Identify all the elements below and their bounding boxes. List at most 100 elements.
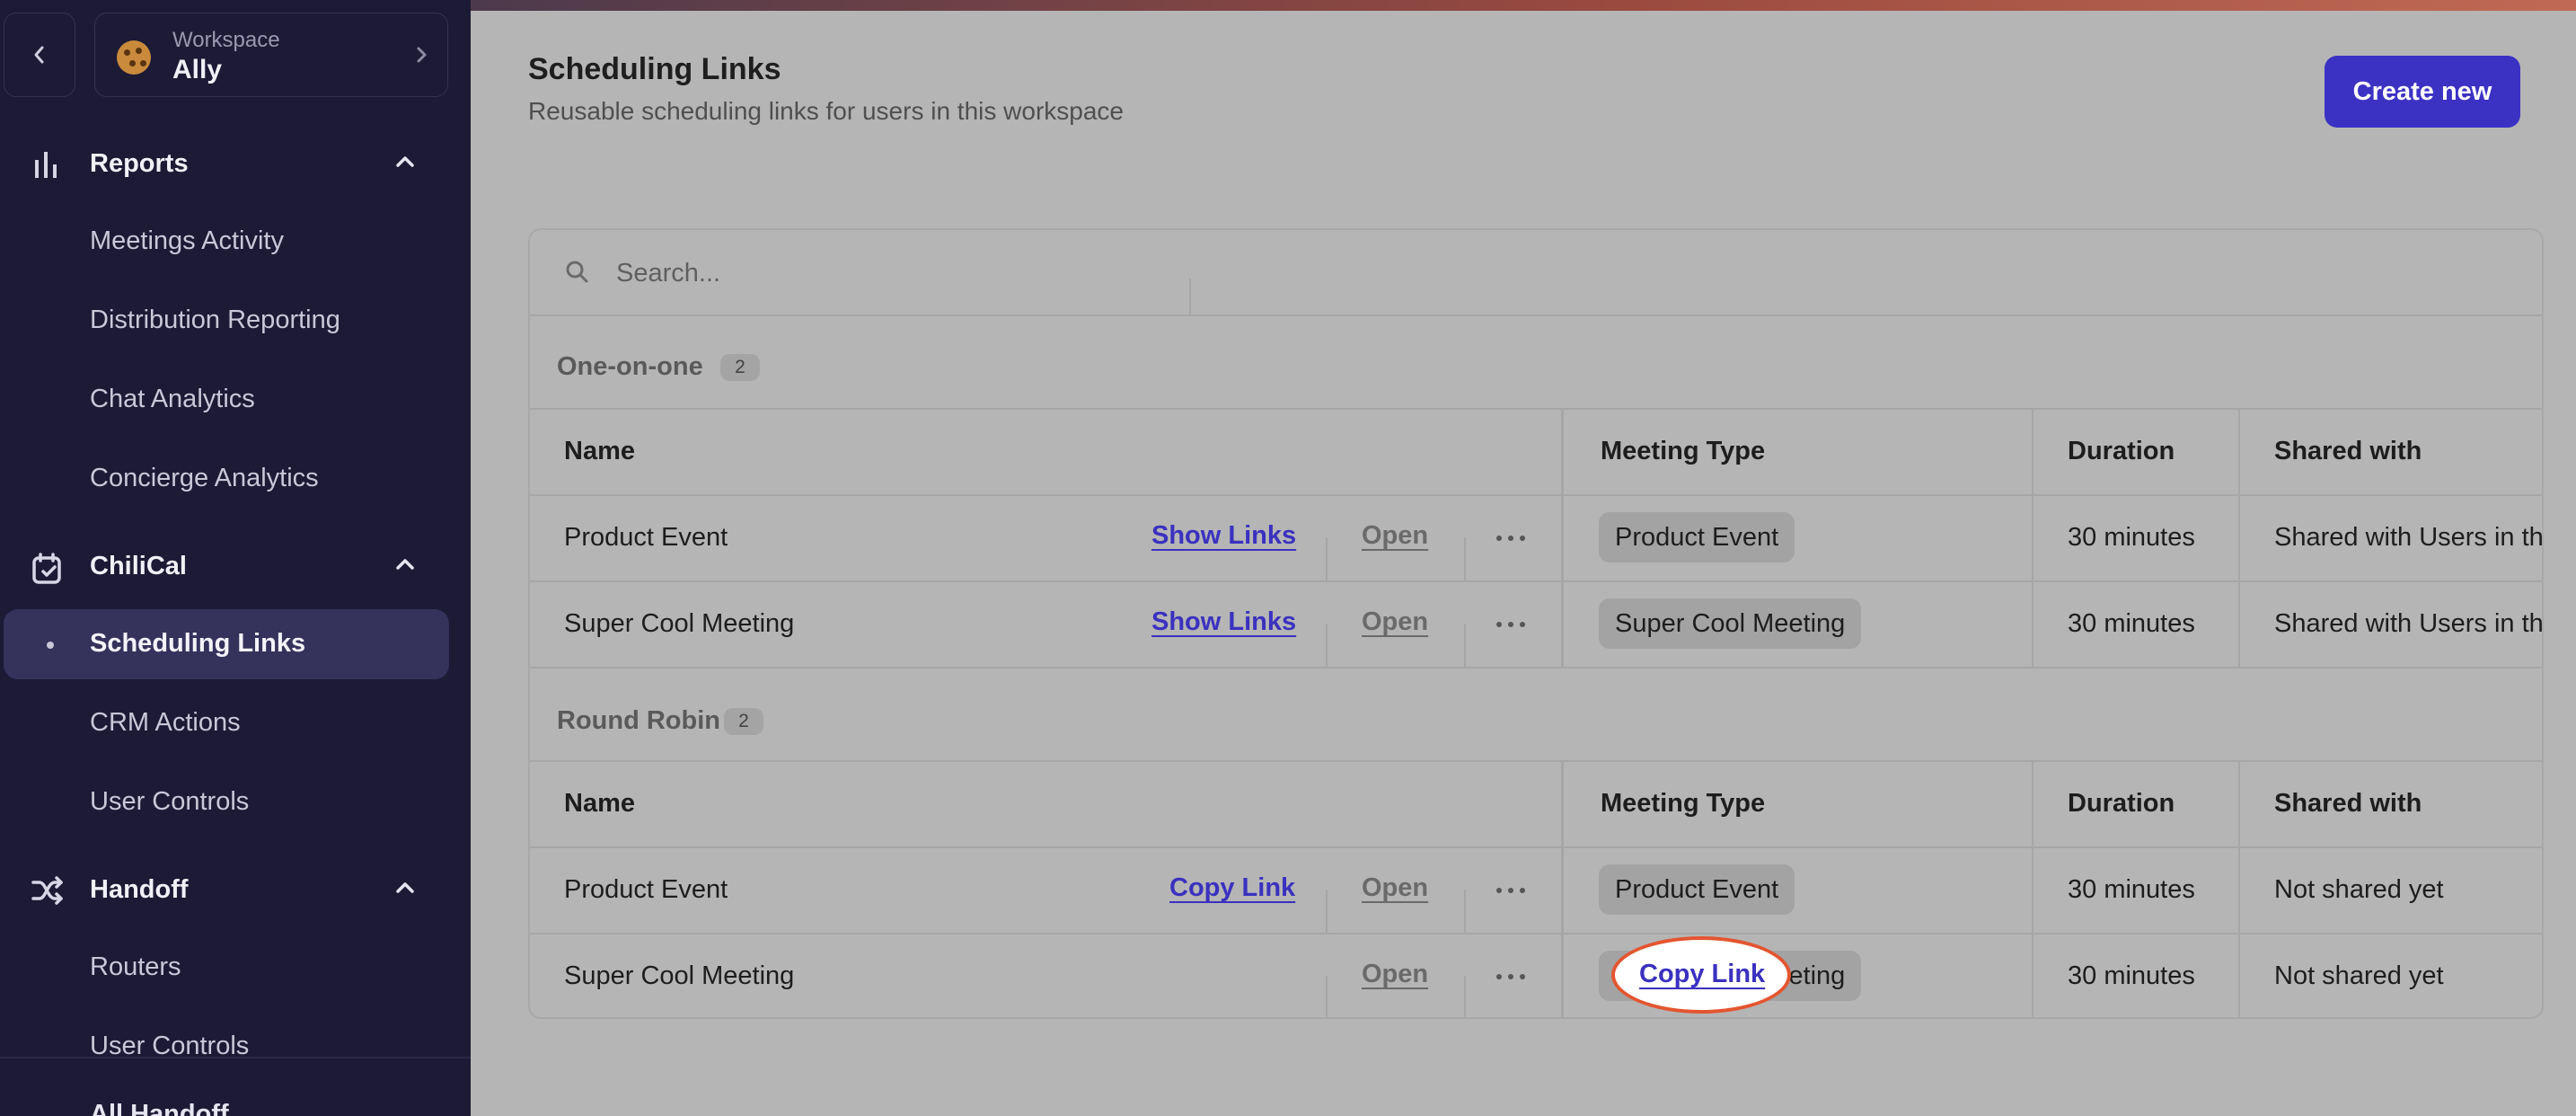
sidebar-item-scheduling-links[interactable]: Scheduling Links <box>4 609 449 679</box>
cell-divider <box>1326 890 1328 934</box>
cell-divider <box>1464 890 1466 934</box>
column-divider <box>2238 760 2240 1017</box>
active-dot <box>47 642 54 649</box>
sidebar-item-label: Scheduling Links <box>90 629 306 658</box>
workspace-kicker: Workspace <box>172 28 280 52</box>
chevron-right-icon <box>417 47 427 63</box>
page-subtitle: Reusable scheduling links for users in t… <box>528 97 1124 125</box>
link-name: Product Event <box>564 875 728 904</box>
search-input[interactable] <box>614 250 1121 297</box>
shared-with-value: Not shared yet <box>2274 961 2444 990</box>
column-header-shared-with: Shared with <box>2274 789 2422 818</box>
copy-link-button[interactable]: Copy Link <box>1639 960 1765 989</box>
cell-divider <box>1326 976 1328 1017</box>
section-label: Reports <box>90 149 189 178</box>
open-link[interactable]: Open <box>1362 960 1428 989</box>
table-row[interactable]: Product Event Copy Link Open Product Eve… <box>530 846 2542 934</box>
sidebar-item-handoff-user-controls[interactable]: User Controls <box>4 1012 449 1082</box>
calendar-icon <box>32 553 61 584</box>
cell-divider <box>1326 537 1328 582</box>
section-chilical[interactable]: ChiliCal <box>0 539 471 593</box>
duration-value: 30 minutes <box>2068 523 2195 552</box>
sidebar-item-crm-actions[interactable]: CRM Actions <box>4 688 449 758</box>
search-bar <box>530 230 2542 316</box>
table-row[interactable]: Super Cool Meeting Show Links Open Super… <box>530 580 2542 669</box>
cell-divider <box>1464 976 1466 1017</box>
sidebar-item-all-handoff[interactable]: All Handoff <box>90 1100 229 1116</box>
sidebar-item-label: Concierge Analytics <box>90 464 319 492</box>
section-handoff[interactable]: Handoff <box>0 863 471 917</box>
sidebar-item-label: Distribution Reporting <box>90 306 340 334</box>
sidebar-item-routers[interactable]: Routers <box>4 933 449 1003</box>
open-link[interactable]: Open <box>1362 873 1428 903</box>
group-count-badge: 2 <box>720 354 760 381</box>
link-name: Super Cool Meeting <box>564 961 795 990</box>
column-divider <box>2032 408 2033 669</box>
open-link[interactable]: Open <box>1362 607 1428 637</box>
section-reports[interactable]: Reports <box>0 137 471 190</box>
top-accent-bar <box>471 0 2576 11</box>
links-table-panel: One-on-one 2 Name Meeting Type Duration … <box>528 228 2544 1019</box>
sidebar-item-concierge-analytics[interactable]: Concierge Analytics <box>4 444 449 514</box>
column-header-name: Name <box>564 789 635 818</box>
sidebar-item-chat-analytics[interactable]: Chat Analytics <box>4 365 449 435</box>
search-divider <box>1189 279 1191 314</box>
table-row[interactable]: Super Cool Meeting Open Super Cool Meeti… <box>530 933 2542 1017</box>
workspace-switcher[interactable]: Workspace Ally <box>94 13 448 97</box>
chevron-up-icon <box>396 156 414 167</box>
meeting-type-tag: Product Event <box>1599 512 1795 562</box>
group-header-one-on-one: One-on-one 2 <box>530 314 2542 408</box>
table-row[interactable]: Product Event Show Links Open Product Ev… <box>530 494 2542 582</box>
column-header-shared-with: Shared with <box>2274 437 2422 465</box>
sidebar-item-meetings-activity[interactable]: Meetings Activity <box>4 207 449 277</box>
sidebar-item-label: Routers <box>90 952 181 981</box>
sidebar-item-label: Meetings Activity <box>90 226 284 255</box>
show-links-button[interactable]: Show Links <box>1151 607 1296 637</box>
group-header-round-robin: Round Robin 2 <box>530 667 2542 762</box>
meeting-type-tag: Product Event <box>1599 864 1795 915</box>
chevron-left-icon <box>34 46 44 64</box>
collapse-sidebar-button[interactable] <box>4 13 75 97</box>
main-content: Scheduling Links Reusable scheduling lin… <box>471 0 2576 1116</box>
more-options-icon[interactable] <box>1496 536 1527 543</box>
sidebar-item-user-controls[interactable]: User Controls <box>4 767 449 837</box>
open-link[interactable]: Open <box>1362 521 1428 551</box>
duration-value: 30 minutes <box>2068 961 2195 990</box>
more-options-icon[interactable] <box>1496 888 1527 895</box>
group-label: One-on-one <box>557 352 703 381</box>
bar-chart-icon <box>35 152 57 178</box>
more-options-icon[interactable] <box>1496 974 1527 981</box>
column-divider <box>2238 408 2240 669</box>
column-header-meeting-type: Meeting Type <box>1601 437 1766 465</box>
create-new-button[interactable]: Create new <box>2325 56 2520 128</box>
link-name: Super Cool Meeting <box>564 609 795 638</box>
duration-value: 30 minutes <box>2068 875 2195 904</box>
sidebar-item-label: Chat Analytics <box>90 385 255 413</box>
sidebar-item-label: CRM Actions <box>90 708 241 737</box>
group-count-badge: 2 <box>724 708 763 735</box>
frozen-column-divider <box>1561 408 1564 669</box>
column-header-duration: Duration <box>2068 789 2175 818</box>
frozen-column-divider <box>1561 760 1564 1017</box>
shared-with-value: Not shared yet <box>2274 875 2444 904</box>
workspace-avatar <box>117 40 151 75</box>
group-label: Round Robin <box>557 706 721 735</box>
link-name: Product Event <box>564 523 728 552</box>
table-header-row: Name Meeting Type Duration Shared with <box>530 408 2542 496</box>
column-header-name: Name <box>564 437 635 465</box>
sidebar-item-label: User Controls <box>90 787 250 816</box>
table-header-row: Name Meeting Type Duration Shared with <box>530 760 2542 848</box>
column-header-duration: Duration <box>2068 437 2175 465</box>
duration-value: 30 minutes <box>2068 609 2195 638</box>
show-links-button[interactable]: Show Links <box>1151 521 1296 551</box>
copy-link-button[interactable]: Copy Link <box>1169 873 1295 903</box>
cell-divider <box>1326 624 1328 669</box>
more-options-icon[interactable] <box>1496 622 1527 629</box>
shuffle-icon <box>31 876 63 905</box>
page-title: Scheduling Links <box>528 52 781 86</box>
search-icon <box>566 261 588 283</box>
cell-divider <box>1464 624 1466 669</box>
chevron-up-icon <box>396 882 414 893</box>
section-label: Handoff <box>90 875 189 904</box>
sidebar-item-distribution-reporting[interactable]: Distribution Reporting <box>4 286 449 356</box>
